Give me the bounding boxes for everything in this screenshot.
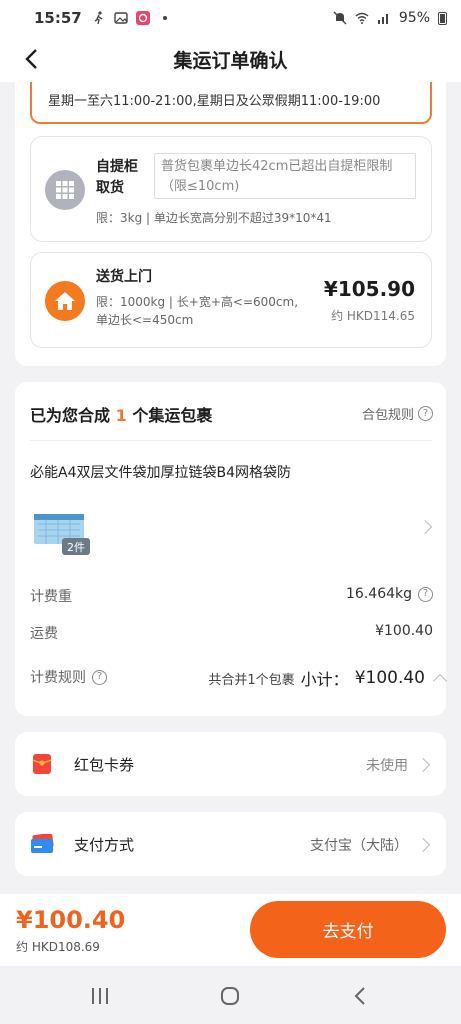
notification-icons xyxy=(92,11,172,25)
home-circle-icon xyxy=(221,987,239,1005)
package-count: 1 xyxy=(115,406,127,425)
recent-apps-button[interactable] xyxy=(88,984,112,1008)
size-warning: 普货包裹单边长42cm已超出自提柜限制（限≤10cm) xyxy=(154,153,416,199)
total-price: ¥100.40 xyxy=(16,906,126,934)
page-title: 集运订单确认 xyxy=(173,49,288,72)
home-button[interactable] xyxy=(218,984,242,1008)
locker-icon xyxy=(45,170,85,210)
payment-value: 支付宝（大陆） xyxy=(310,838,408,854)
option-name-line2: 取货 xyxy=(96,180,124,196)
chevron-right-icon xyxy=(415,837,431,853)
coupon-label: 红包卡券 xyxy=(74,756,135,774)
merged-count: 共合并1个包裹 xyxy=(208,672,295,688)
option-locker-pickup[interactable]: 自提柜 取货 普货包裹单边长42cm已超出自提柜限制（限≤10cm) 限：3kg… xyxy=(30,136,432,242)
red-envelope-icon xyxy=(33,754,51,774)
mute-icon xyxy=(333,11,347,25)
freight-label: 运费 xyxy=(30,626,58,642)
battery-level: 95% xyxy=(398,10,430,26)
subtotal-label: 小计： xyxy=(300,670,349,689)
home-icon xyxy=(45,281,85,321)
chevron-right-icon xyxy=(415,757,431,773)
billing-rule-label: 计费规则 xyxy=(30,670,86,686)
help-icon: ? xyxy=(418,406,433,421)
back-button[interactable] xyxy=(16,44,46,74)
total-price-hkd: 约 HKD108.69 xyxy=(16,940,100,954)
system-back-icon xyxy=(354,987,365,1005)
weight-amount: 16.464kg xyxy=(346,586,412,602)
help-icon: ? xyxy=(92,669,107,685)
coupon-value: 未使用 xyxy=(366,758,408,774)
battery-icon xyxy=(438,12,447,25)
card-icon xyxy=(31,834,54,853)
gallery-icon xyxy=(114,12,128,24)
app-notification-icon xyxy=(135,11,150,25)
option-name: 自提柜 取货 xyxy=(96,157,138,199)
option-name-line1: 自提柜 xyxy=(96,159,138,175)
option-home-delivery[interactable]: 送货上门 限：1000kg | 长+宽+高<=600cm, 单边长<=450cm… xyxy=(30,252,432,348)
option-name: 送货上门 xyxy=(96,269,152,285)
walking-icon xyxy=(94,11,103,25)
subtotal-value: ¥100.40 xyxy=(354,668,425,688)
option-limit-line2: 单边长<=450cm xyxy=(96,313,194,327)
payment-label: 支付方式 xyxy=(74,836,135,854)
option-price: ¥105.90 xyxy=(323,277,415,301)
product-name: 必能A4双层文件袋加厚拉链袋B4网格袋防 xyxy=(30,465,291,481)
system-back-button[interactable] xyxy=(348,984,372,1008)
business-hours-text: 星期一至六11:00-21:00,星期日及公眾假期11:00-19:00 xyxy=(48,94,381,109)
status-right: 95% xyxy=(333,10,447,26)
merge-rule-link[interactable]: 合包规则 ? xyxy=(362,404,433,423)
freight-value: ¥100.40 xyxy=(375,623,433,639)
status-bar: 15:57 95% xyxy=(0,0,461,36)
business-hours-notice: 星期一至六11:00-21:00,星期日及公眾假期11:00-19:00 xyxy=(30,82,432,124)
nav-bar: 集运订单确认 xyxy=(0,36,461,82)
merge-rule-label: 合包规则 xyxy=(361,408,414,423)
option-limit: 限：3kg | 单边长宽高分别不超过39*10*41 xyxy=(96,211,332,225)
scroll-content[interactable]: 星期一至六11:00-21:00,星期日及公眾假期11:00-19:00 自提柜… xyxy=(0,82,461,894)
signal-icon xyxy=(377,14,388,24)
title-prefix: 已为您合成 xyxy=(30,406,111,425)
status-time: 15:57 xyxy=(34,9,82,27)
back-arrow-icon xyxy=(25,49,37,69)
coupon-row[interactable]: 红包卡券 未使用 xyxy=(15,732,446,796)
system-nav-bar xyxy=(0,966,461,1024)
weight-label: 计费重 xyxy=(30,589,72,605)
billing-rule-link[interactable]: 计费规则 ? xyxy=(30,667,107,687)
title-suffix: 个集运包裹 xyxy=(132,406,213,425)
quantity-badge: 2件 xyxy=(62,538,90,555)
recent-apps-icon xyxy=(92,988,108,1004)
help-icon[interactable]: ? xyxy=(418,586,433,602)
package-summary-title: 已为您合成 1 个集运包裹 xyxy=(30,402,212,426)
payment-method-row[interactable]: 支付方式 支付宝（大陆） xyxy=(15,812,446,876)
option-price-hkd: 约 HKD114.65 xyxy=(331,309,415,323)
pay-button[interactable]: 去支付 xyxy=(250,901,446,958)
checkout-bar: ¥100.40 约 HKD108.69 去支付 xyxy=(0,894,461,966)
divider xyxy=(30,440,432,441)
option-limit-line1: 限：1000kg | 长+宽+高<=600cm, xyxy=(96,295,299,309)
subtotal-row[interactable]: 共合并1个包裹 小计： ¥100.40 xyxy=(208,666,448,690)
wifi-icon xyxy=(355,12,369,24)
dot-icon xyxy=(162,16,167,20)
weight-value: 16.464kg ? xyxy=(346,586,433,602)
chevron-up-icon xyxy=(432,673,448,689)
